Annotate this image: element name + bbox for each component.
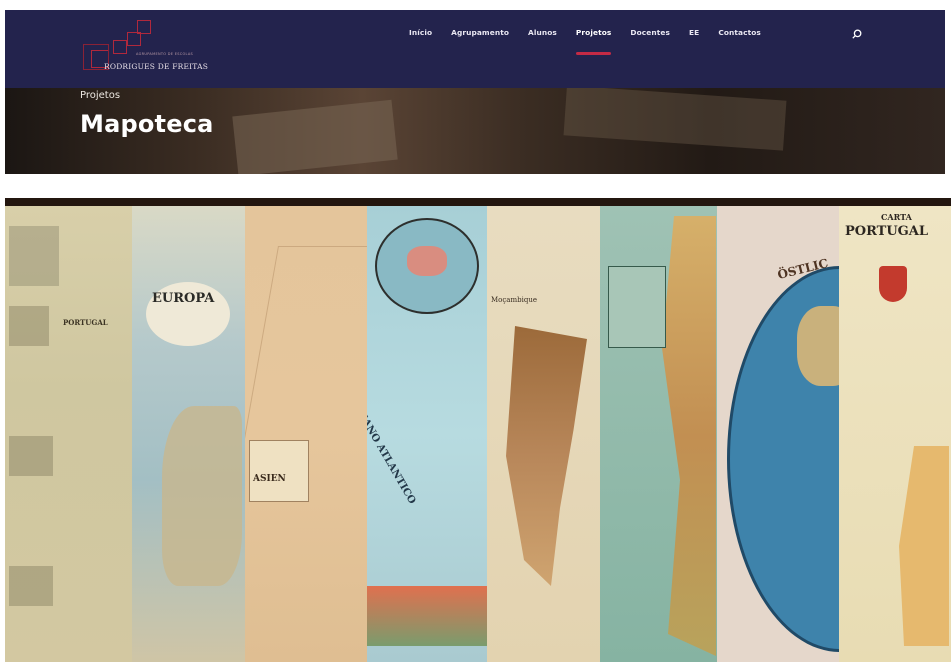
map-title-box [249, 440, 309, 502]
logo-text: RODRIGUES DE FREITAS [104, 62, 209, 71]
map-label-mocambique: Moçambique [491, 296, 537, 304]
map-panel-ostlich: ÖSTLIC [717, 206, 839, 662]
map-panel-asien: ASIEN [245, 206, 367, 662]
map-label-oceano: OCEANO ATLANTICO [367, 396, 418, 507]
navbar: AGRUPAMENTO DE ESCOLAS RODRIGUES DE FREI… [5, 10, 945, 88]
map-panel-portugal-illustrated: PORTUGAL [5, 206, 132, 662]
map-label-asien: ASIEN [253, 474, 286, 484]
map-panel-europa: EUROPA [132, 206, 245, 662]
nav-item-projetos[interactable]: Projetos [575, 28, 612, 55]
map-illustration [9, 306, 49, 346]
main-nav: Início Agrupamento Alunos Projetos Docen… [409, 28, 780, 55]
map-label-europa: EUROPA [152, 291, 215, 306]
map-panel-mocambique: Moçambique [487, 206, 600, 662]
hero-background-paper [563, 88, 787, 151]
map-land [899, 446, 949, 646]
map-land [797, 306, 839, 386]
school-logo[interactable]: AGRUPAMENTO DE ESCOLAS RODRIGUES DE FREI… [83, 20, 233, 78]
page-title: Mapoteca [80, 110, 214, 138]
nav-item-ee[interactable]: EE [689, 28, 699, 37]
nav-item-alunos[interactable]: Alunos [528, 28, 557, 37]
map-label-portugal: PORTUGAL [63, 318, 108, 327]
nav-item-agrupamento[interactable]: Agrupamento [451, 28, 509, 37]
map-illustration [9, 566, 53, 606]
hero-background-paper [232, 99, 398, 174]
map-illustration [9, 436, 53, 476]
map-label-carta: CARTA [881, 212, 912, 222]
nav-item-docentes[interactable]: Docentes [630, 28, 670, 37]
map-label-carta-portugal: PORTUGAL [845, 224, 929, 239]
maps-collage-image: PORTUGAL EUROPA ASIEN OCEANO ATLANTICO M… [5, 198, 951, 662]
search-icon[interactable] [852, 29, 862, 39]
map-land [407, 246, 447, 276]
logo-square [113, 40, 127, 54]
map-cross-section [367, 586, 487, 646]
map-land [162, 406, 242, 586]
map-title-block [608, 266, 666, 348]
logo-square [127, 32, 141, 46]
logo-subtext: AGRUPAMENTO DE ESCOLAS [136, 52, 194, 56]
map-land [506, 326, 587, 586]
map-panel-carta-portugal: CARTA PORTUGAL [839, 206, 951, 662]
map-illustration [9, 226, 59, 286]
nav-item-inicio[interactable]: Início [409, 28, 432, 37]
site-header: AGRUPAMENTO DE ESCOLAS RODRIGUES DE FREI… [0, 0, 951, 175]
map-panel-portugal-geologic [600, 206, 717, 662]
nav-item-contactos[interactable]: Contactos [718, 28, 761, 37]
map-panel-atlantico: OCEANO ATLANTICO [367, 206, 487, 662]
page-hero: Projetos Mapoteca [5, 88, 945, 174]
coat-of-arms-icon [879, 266, 907, 302]
breadcrumb[interactable]: Projetos [80, 90, 120, 101]
